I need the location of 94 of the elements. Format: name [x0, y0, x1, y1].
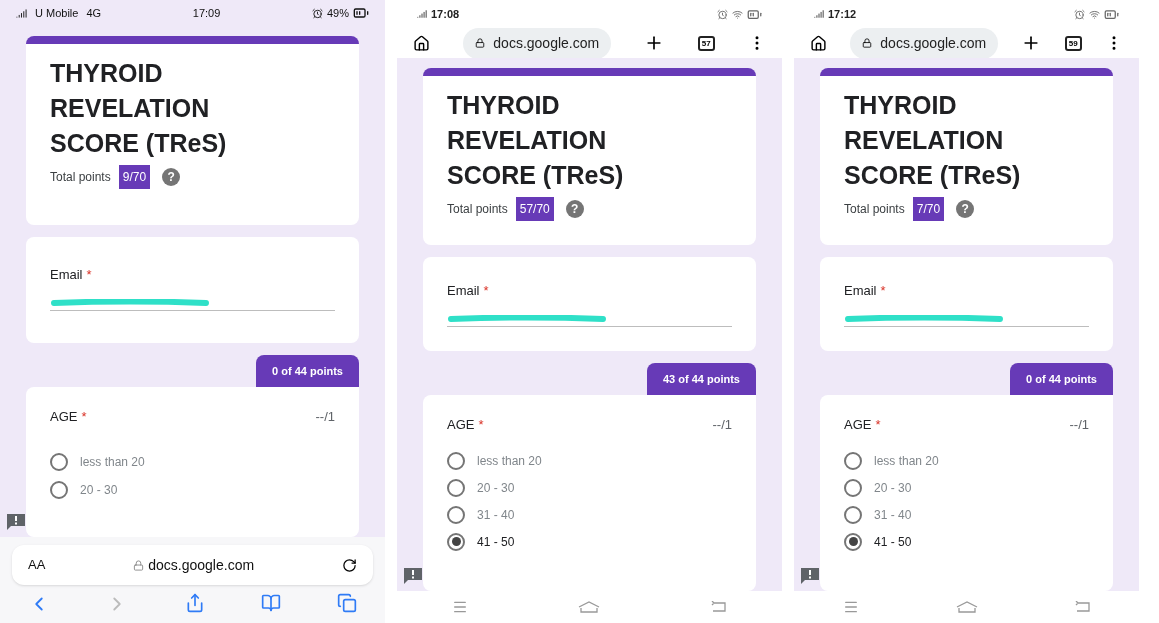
radio-button[interactable]	[844, 451, 862, 470]
redaction-scribble-icon	[50, 299, 210, 307]
help-icon[interactable]: ?	[956, 200, 975, 218]
form-title: THYROID REVELATION SCORE (TReS)	[844, 90, 1022, 191]
email-label: Email	[447, 282, 480, 300]
option-label[interactable]: 20 - 30	[80, 480, 118, 499]
question-points: --/1	[1069, 416, 1089, 434]
signal-icon	[16, 7, 27, 19]
question-label: AGE	[844, 416, 872, 434]
home-icon[interactable]	[413, 34, 430, 52]
bookmarks-icon[interactable]	[260, 593, 281, 613]
battery-icon	[353, 5, 369, 21]
lock-icon	[862, 38, 873, 48]
network-type: 4G	[86, 5, 102, 21]
question-points: --/1	[712, 416, 732, 434]
tab-count-button[interactable]: 59	[1064, 35, 1082, 51]
signal-icon	[814, 9, 824, 19]
radio-button[interactable]	[50, 480, 68, 499]
email-label: Email	[50, 266, 83, 284]
radio-button[interactable]	[844, 478, 862, 497]
email-field[interactable]	[844, 312, 1089, 327]
option-label[interactable]: less than 20	[874, 451, 939, 470]
total-score-badge: 7/70	[912, 197, 945, 221]
redaction-scribble-icon	[844, 315, 1004, 323]
recent-apps-icon[interactable]	[452, 599, 469, 615]
alarm-icon	[311, 7, 323, 19]
signal-icon	[417, 9, 427, 19]
status-time: 17:09	[192, 5, 221, 21]
tab-count-button[interactable]: 57	[697, 35, 715, 51]
radio-button[interactable]	[447, 451, 465, 470]
status-time: 17:08	[431, 6, 460, 22]
total-score-badge: 57/70	[515, 197, 554, 221]
carrier-name: U Mobile	[35, 5, 79, 21]
total-points-label: Total points	[844, 201, 905, 218]
option-label[interactable]: 31 - 40	[477, 505, 515, 524]
url-text: docs.google.com	[148, 555, 255, 575]
required-mark: *	[81, 408, 87, 426]
required-mark: *	[880, 282, 886, 300]
option-label[interactable]: 20 - 30	[477, 478, 515, 497]
recent-apps-icon[interactable]	[842, 599, 859, 615]
question-points: --/1	[315, 408, 335, 426]
alarm-icon	[717, 8, 728, 20]
form-title: THYROID REVELATION SCORE (TReS)	[50, 58, 228, 159]
lock-icon	[475, 38, 486, 48]
text-size-button[interactable]: AA	[28, 555, 46, 575]
feedback-icon[interactable]	[6, 513, 26, 531]
required-mark: *	[875, 416, 881, 434]
address-bar[interactable]: docs.google.com	[463, 27, 612, 59]
back-button-icon[interactable]	[710, 601, 727, 613]
address-bar[interactable]: AA docs.google.com	[12, 545, 373, 585]
address-bar[interactable]: docs.google.com	[850, 27, 999, 59]
radio-button[interactable]	[447, 505, 465, 524]
email-field[interactable]	[50, 296, 335, 311]
reload-icon[interactable]	[342, 557, 357, 573]
url-text: docs.google.com	[493, 33, 600, 53]
option-label[interactable]: 20 - 30	[874, 478, 912, 497]
option-label[interactable]: 41 - 50	[874, 532, 912, 551]
feedback-icon[interactable]	[403, 567, 423, 585]
tabs-icon[interactable]	[337, 593, 357, 613]
radio-button[interactable]	[844, 505, 862, 524]
status-time: 17:12	[828, 6, 857, 22]
home-button-icon[interactable]	[578, 601, 601, 613]
radio-button[interactable]	[447, 532, 465, 551]
required-mark: *	[86, 266, 92, 284]
question-label: AGE	[447, 416, 475, 434]
help-icon[interactable]: ?	[565, 200, 584, 218]
feedback-icon[interactable]	[800, 567, 820, 585]
back-button-icon[interactable]	[1074, 601, 1091, 613]
email-label: Email	[844, 282, 877, 300]
total-points-label: Total points	[50, 169, 111, 186]
redaction-scribble-icon	[447, 315, 607, 323]
option-label[interactable]: 31 - 40	[874, 505, 912, 524]
wifi-icon	[1089, 8, 1100, 20]
wifi-icon	[732, 8, 743, 20]
home-button-icon[interactable]	[955, 601, 978, 613]
required-mark: *	[478, 416, 484, 434]
option-label[interactable]: less than 20	[477, 451, 542, 470]
url-text: docs.google.com	[880, 33, 987, 53]
lock-icon	[133, 559, 145, 571]
option-label[interactable]: 41 - 50	[477, 532, 515, 551]
required-mark: *	[483, 282, 489, 300]
alarm-icon	[1074, 8, 1085, 20]
option-label[interactable]: less than 20	[80, 452, 145, 471]
email-field[interactable]	[447, 312, 732, 327]
radio-button[interactable]	[50, 452, 68, 471]
help-icon[interactable]: ?	[162, 168, 181, 186]
battery-percentage: 49%	[326, 5, 349, 21]
radio-button[interactable]	[844, 532, 862, 551]
total-score-badge: 9/70	[118, 165, 151, 189]
form-title: THYROID REVELATION SCORE (TReS)	[447, 90, 625, 191]
total-points-label: Total points	[447, 201, 508, 218]
question-label: AGE	[50, 408, 78, 426]
home-icon[interactable]	[810, 34, 827, 52]
radio-button[interactable]	[447, 478, 465, 497]
